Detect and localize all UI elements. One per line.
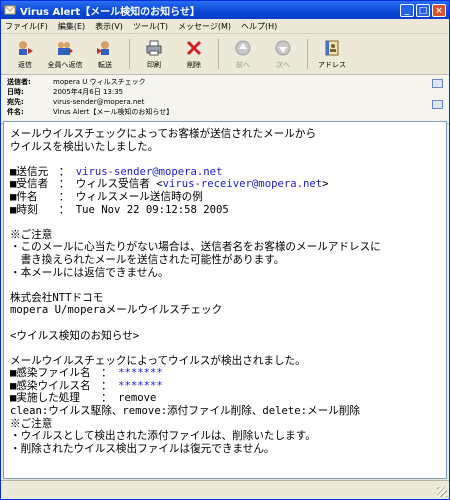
detected-line: メールウイルスチェックによってウイルスが検出されました。	[10, 354, 306, 367]
mail-icon	[4, 5, 16, 15]
previous-icon	[235, 40, 251, 55]
menu-file[interactable]: ファイル(F)	[5, 21, 48, 32]
menu-view[interactable]: 表示(V)	[95, 21, 123, 32]
address-book-icon	[325, 40, 339, 55]
subject-line: ■件名 ： ウィルスメール送信時の例	[10, 190, 203, 203]
sender-link[interactable]: virus-sender@mopera.net	[76, 166, 223, 178]
reply-icon	[19, 40, 33, 55]
forward-icon	[97, 40, 109, 55]
previous-button[interactable]: 前へ	[223, 39, 263, 70]
resize-grip[interactable]	[437, 487, 447, 497]
note-heading: ※ご注意	[10, 417, 53, 430]
menu-tools[interactable]: ツール(T)	[133, 21, 168, 32]
print-icon	[146, 40, 162, 55]
toolbar-separator	[129, 39, 130, 69]
reply-all-icon	[58, 41, 73, 55]
note-line: ・本メールには返信できません。	[10, 266, 169, 279]
intro-line: メールウイルスチェックによってお客様が送信されたメールから	[10, 128, 317, 140]
contact-card-icon[interactable]	[432, 100, 443, 109]
intro-line: ウイルスを検出いたしました。	[10, 140, 159, 153]
note-heading: ※ご注意	[10, 228, 53, 241]
date-value: 2005年4月6日 13:35	[53, 88, 124, 96]
from-label: 送信者:	[7, 78, 31, 86]
infected-file-line: ■感染ファイル名 ： *******	[10, 367, 163, 380]
window-title: Virus Alert【メール検知のお知らせ】	[20, 6, 200, 18]
infected-file-value: *******	[118, 367, 163, 380]
mail-window: Virus Alert【メール検知のお知らせ】 _ □ × ファイル(F) 編集…	[0, 0, 450, 500]
reply-all-button[interactable]: 全員へ返信	[45, 39, 85, 70]
subject-value: Virus Alert【メール検知のお知らせ】	[53, 108, 174, 116]
note-line: ・このメールに心当たりがない場合は、送信者名をお客様のメールアドレスに	[10, 241, 381, 254]
action-legend: clean:ウイルス駆除、remove:添付ファイル削除、delete:メール削…	[10, 405, 361, 418]
from-value: mopera U ウィルスチェック	[53, 78, 146, 86]
sender-line: ■送信元 ： virus-sender@mopera.net	[10, 165, 223, 178]
date-label: 日時:	[7, 88, 24, 96]
to-value: virus-sender@mopera.net	[53, 98, 145, 106]
infected-virus-line: ■感染ウイルス名 ： *******	[10, 379, 163, 392]
status-bar	[1, 480, 449, 499]
recipient-link[interactable]: virus-receiver@mopera.net	[163, 178, 322, 190]
menu-edit[interactable]: 編集(E)	[58, 21, 85, 32]
delete-icon	[186, 40, 202, 55]
contact-card-icon[interactable]	[432, 79, 443, 88]
menu-help[interactable]: ヘルプ(H)	[241, 21, 277, 32]
toolbar-separator	[307, 39, 308, 69]
message-header: 送信者: mopera U ウィルスチェック 日時: 2005年4月6日 13:35…	[1, 75, 449, 124]
print-button[interactable]: 印刷	[134, 39, 174, 70]
minimize-button[interactable]: _	[400, 3, 414, 17]
service-name: mopera U/moperaメールウイルスチェック	[10, 304, 223, 317]
subject-label: 件名:	[7, 108, 24, 116]
infected-virus-value: *******	[118, 379, 163, 392]
company-name: 株式会社NTTドコモ	[10, 291, 104, 304]
toolbar-separator	[218, 39, 219, 69]
title-bar[interactable]: Virus Alert【メール検知のお知らせ】 _ □ ×	[1, 1, 449, 19]
message-body: メールウイルスチェックによってお客様が送信されたメールから ウイルスを検出いたし…	[4, 122, 446, 455]
menu-message[interactable]: メッセージ(M)	[178, 21, 231, 32]
to-label: 宛先:	[7, 98, 24, 106]
delete-button[interactable]: 削除	[174, 39, 214, 70]
action-line: ■実施した処理 ： remove	[10, 392, 157, 405]
toolbar: 返信 全員へ返信 転送 印刷 削除 前へ 次へ アドレス	[1, 34, 449, 75]
maximize-button[interactable]: □	[416, 3, 430, 17]
notice-title: <ウイルス検知のお知らせ>	[10, 329, 140, 342]
next-button[interactable]: 次へ	[263, 39, 303, 70]
forward-button[interactable]: 転送	[85, 39, 125, 70]
next-icon	[275, 40, 291, 55]
menu-bar: ファイル(F) 編集(E) 表示(V) ツール(T) メッセージ(M) ヘルプ(…	[1, 19, 449, 34]
note-line: 書き換えられたメールを送信された可能性があります。	[10, 253, 285, 266]
message-body-pane[interactable]: メールウイルスチェックによってお客様が送信されたメールから ウイルスを検出いたし…	[3, 121, 447, 479]
reply-button[interactable]: 返信	[5, 39, 45, 70]
header-icons	[432, 79, 443, 109]
note-line: ・ウイルスとして検出された添付ファイルは、削除いたします。	[10, 430, 316, 443]
recipient-line: ■受信者 ： ウィルス受信者 <virus-receiver@mopera.ne…	[10, 178, 329, 191]
close-button[interactable]: ×	[432, 3, 446, 17]
time-line: ■時刻 ： Tue Nov 22 09:12:58 2005	[10, 203, 229, 216]
note-line: ・削除されたウイルス検出ファイルは復元できません。	[10, 442, 275, 455]
address-book-button[interactable]: アドレス	[312, 39, 352, 70]
